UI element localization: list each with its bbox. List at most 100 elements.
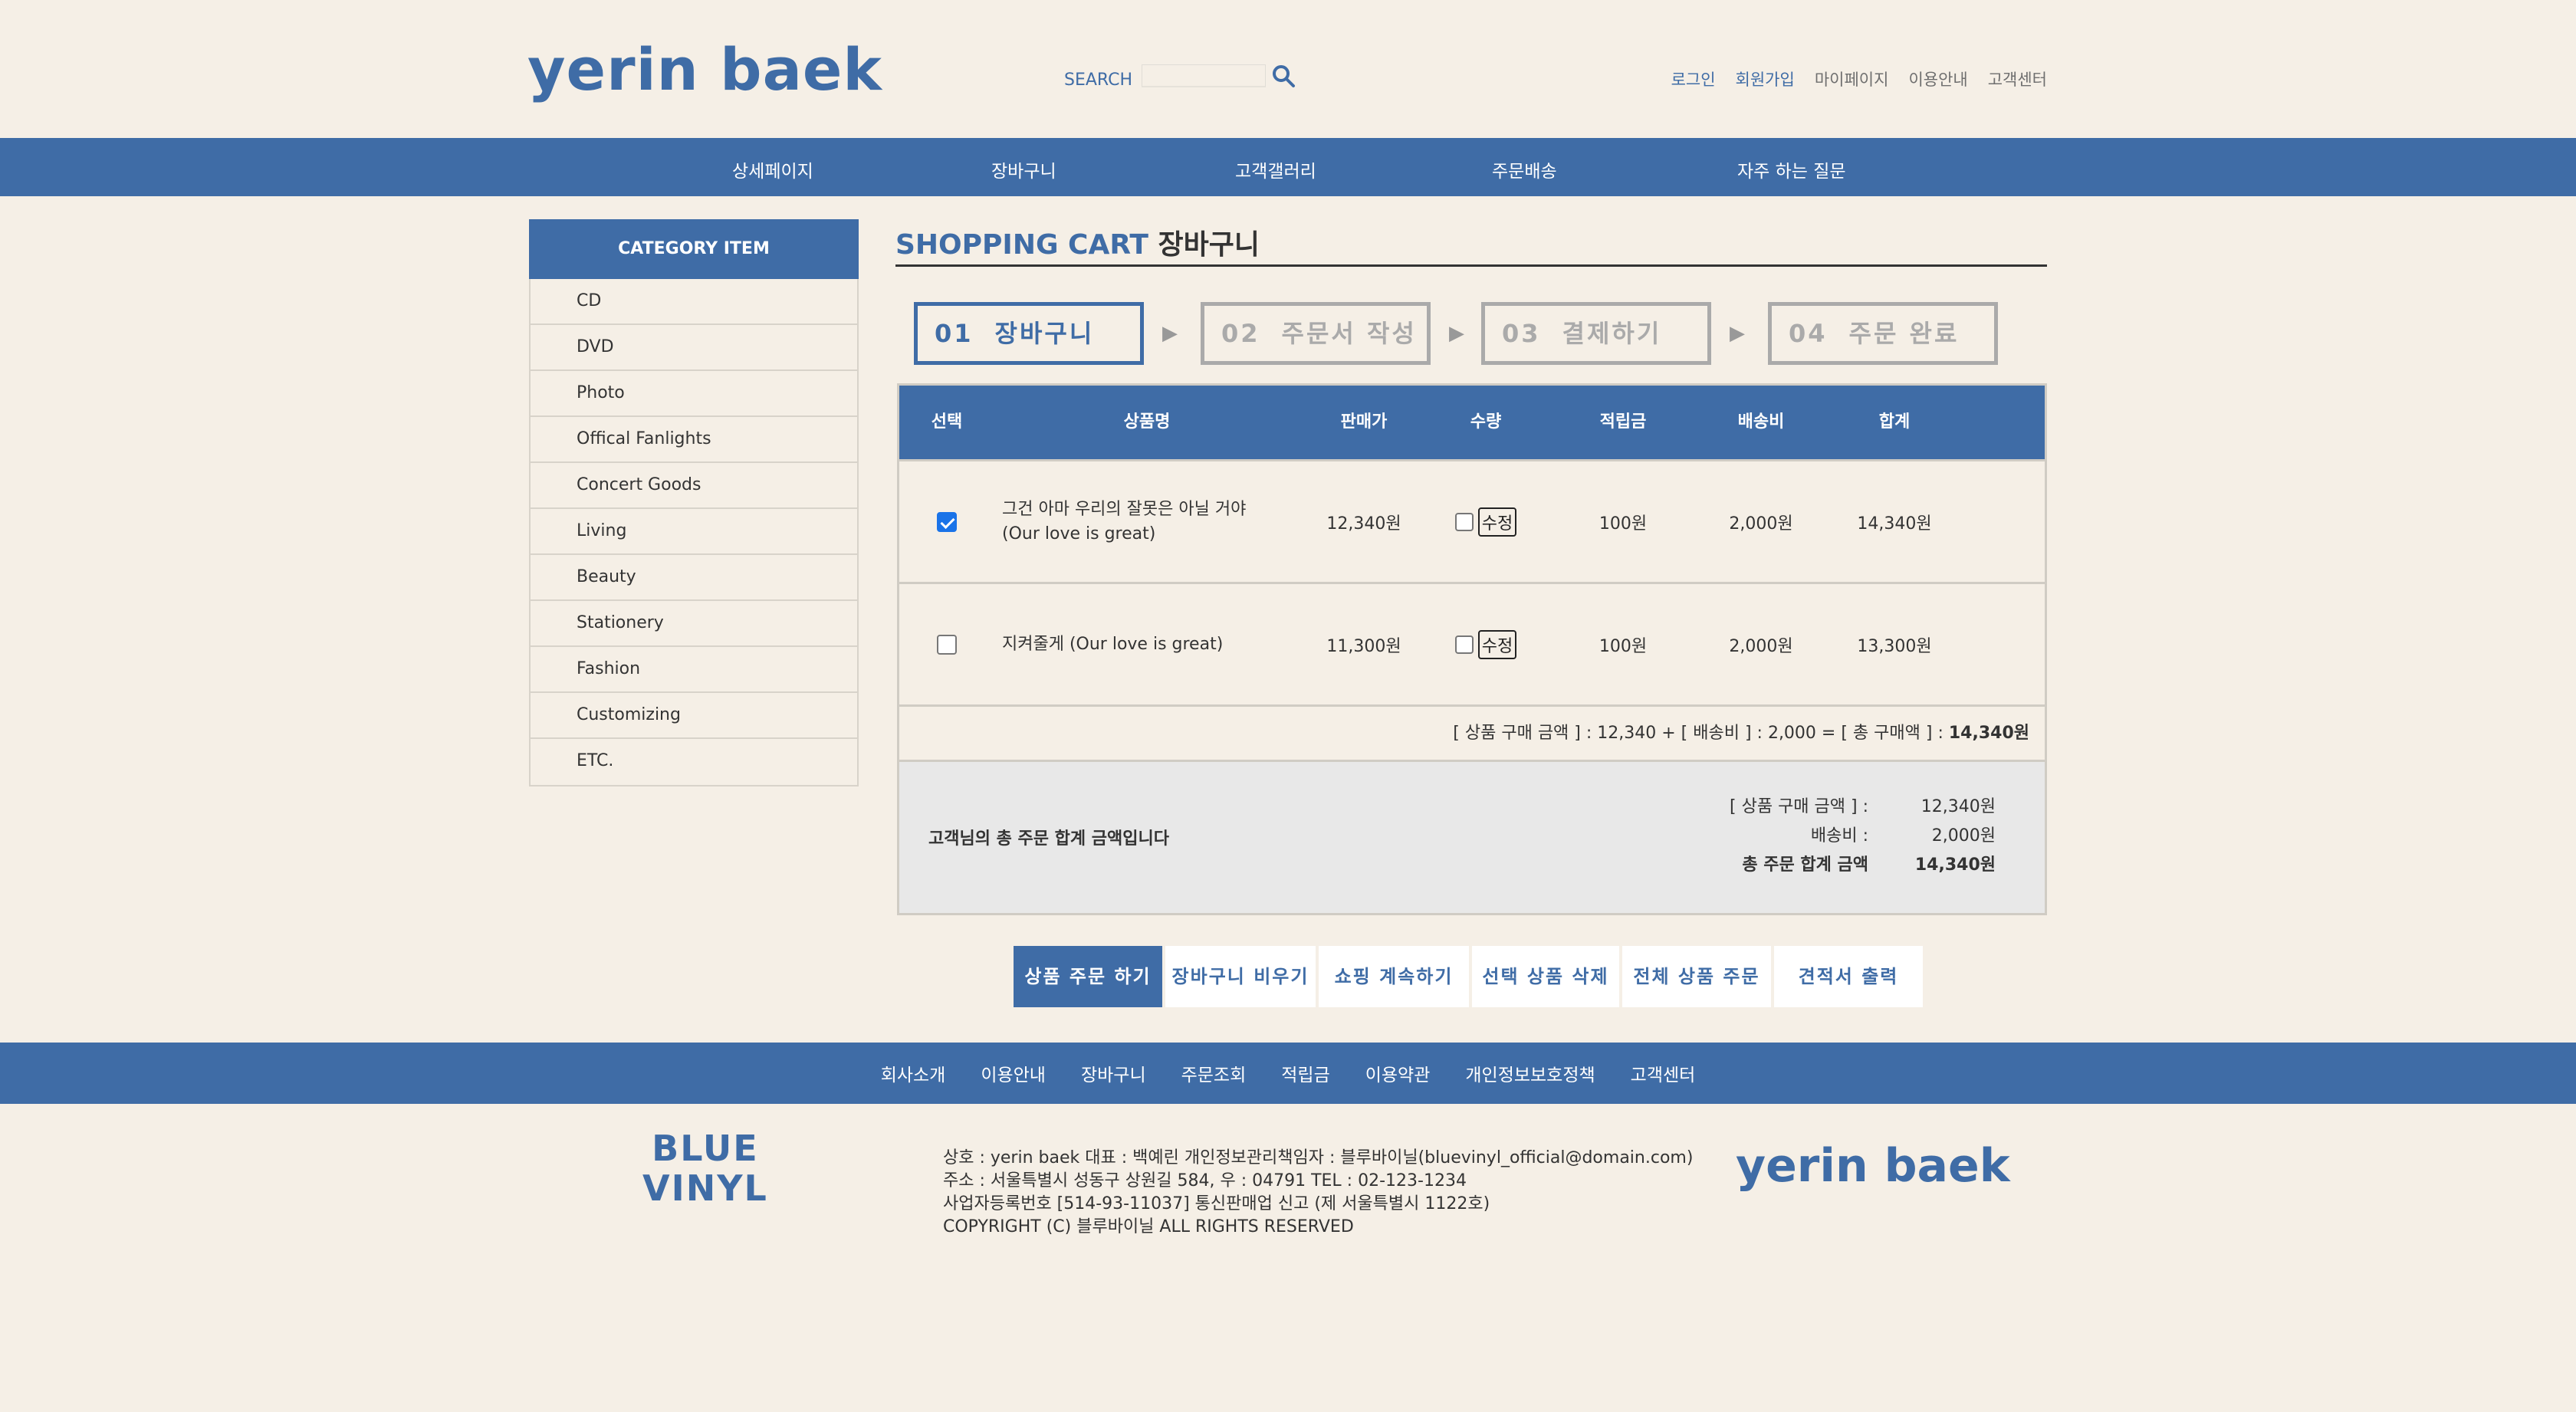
category-item-dvd[interactable]: DVD — [531, 325, 857, 371]
qty-checkbox[interactable] — [1454, 512, 1474, 531]
category-item-fashion[interactable]: Fashion — [531, 647, 857, 693]
top-links: 로그인 회원가입 마이페이지 이용안내 고객센터 — [1671, 67, 2047, 90]
step-cart: 01 장바구니 — [914, 302, 1144, 365]
product-shipping: 2,000원 — [1729, 514, 1793, 534]
order-all-button[interactable]: 전체 상품 주문 — [1622, 946, 1771, 1007]
site-logo[interactable]: yerin baek — [527, 35, 882, 103]
category-item-fanlights[interactable]: Offical Fanlights — [531, 417, 857, 463]
cart-table: 선택 상품명 판매가 수량 적립금 배송비 합계 그건 아마 우리의 잘못은 아… — [897, 383, 2047, 915]
col-product: 상품명 — [1123, 412, 1171, 432]
page-title-ko: 장바구니 — [1158, 229, 1260, 261]
category-title: CATEGORY ITEM — [529, 219, 859, 279]
category-item-living[interactable]: Living — [531, 509, 857, 555]
category-sidebar: CATEGORY ITEM CD DVD Photo Offical Fanli… — [529, 219, 859, 786]
blue-vinyl-logo: BLUE VINYL — [642, 1128, 768, 1209]
product-points: 100원 — [1598, 514, 1648, 534]
cart-actions: 상품 주문 하기 장바구니 비우기 쇼핑 계속하기 선택 상품 삭제 전체 상품… — [1014, 946, 1923, 1007]
page-title: SHOPPING CART 장바구니 — [895, 219, 2047, 267]
footer-link-support[interactable]: 고객센터 — [1631, 1060, 1696, 1086]
purchase-summary-text: [ 상품 구매 금액 ] : 12,340 + [ 배송비 ] : 2,000 … — [1453, 724, 1949, 743]
empty-cart-button[interactable]: 장바구니 비우기 — [1165, 946, 1316, 1007]
purchase-summary: [ 상품 구매 금액 ] : 12,340 + [ 배송비 ] : 2,000 … — [899, 704, 2045, 760]
mypage-link[interactable]: 마이페이지 — [1815, 67, 1889, 90]
order-steps: 01 장바구니 ▶ 02 주문서 작성 ▶ 03 결제하기 ▶ 04 주문 완료 — [914, 302, 2033, 368]
product-name[interactable]: 그건 아마 우리의 잘못은 아닐 거야 (Our love is great) — [994, 497, 1300, 547]
col-total: 합계 — [1878, 412, 1911, 432]
qty-control: 수정 — [1454, 629, 1517, 659]
footer-nav: 회사소개 이용안내 장바구니 주문조회 적립금 이용약관 개인정보보호정책 고객… — [0, 1043, 2576, 1104]
order-total-box: 고객님의 총 주문 합계 금액입니다 [ 상품 구매 금액 ] : 12,340… — [899, 760, 2045, 913]
footer-link-points[interactable]: 적립금 — [1281, 1060, 1329, 1086]
search-bar: SEARCH — [1064, 61, 1296, 90]
category-item-cd[interactable]: CD — [531, 279, 857, 325]
edit-qty-button[interactable]: 수정 — [1477, 507, 1517, 537]
row-checkbox[interactable] — [937, 511, 957, 532]
category-item-customizing[interactable]: Customizing — [531, 693, 857, 739]
product-total: 14,340원 — [1857, 514, 1932, 534]
delete-selected-button[interactable]: 선택 상품 삭제 — [1472, 946, 1619, 1007]
step-complete: 04 주문 완료 — [1768, 302, 1998, 365]
page-title-en: SHOPPING CART — [895, 229, 1148, 261]
company-info-line: 사업자등록번호 [514-93-11037] 통신판매업 신고 (제 서울특별시… — [943, 1194, 1490, 1213]
signup-link[interactable]: 회원가입 — [1736, 67, 1795, 90]
nav-item-delivery[interactable]: 주문배송 — [1492, 156, 1557, 182]
category-list: CD DVD Photo Offical Fanlights Concert G… — [529, 279, 859, 786]
footer-link-cart[interactable]: 장바구니 — [1081, 1060, 1146, 1086]
customer-center-link[interactable]: 고객센터 — [1988, 67, 2047, 90]
product-name[interactable]: 지켜줄게 (Our love is great) — [994, 632, 1300, 657]
footer-link-order-lookup[interactable]: 주문조회 — [1181, 1060, 1247, 1086]
table-row: 그건 아마 우리의 잘못은 아닐 거야 (Our love is great) … — [899, 459, 2045, 582]
product-price: 11,300원 — [1326, 636, 1401, 656]
company-info-line: 주소 : 서울특별시 성동구 상원길 584, 우 : 04791 TEL : … — [943, 1171, 1467, 1190]
company-info-line: 상호 : yerin baek 대표 : 백예린 개인정보관리책임자 : 블루바… — [943, 1148, 1694, 1167]
table-row: 지켜줄게 (Our love is great) 11,300원 수정 100원… — [899, 582, 2045, 704]
qty-checkbox[interactable] — [1454, 635, 1474, 654]
footer-link-guide[interactable]: 이용안내 — [981, 1060, 1046, 1086]
category-item-etc[interactable]: ETC. — [531, 739, 857, 785]
cart-main: SHOPPING CART 장바구니 01 장바구니 ▶ 02 주문서 작성 ▶ 0… — [895, 219, 2047, 1007]
step-arrow-icon: ▶ — [1730, 322, 1745, 345]
product-shipping: 2,000원 — [1729, 636, 1793, 656]
category-item-stationery[interactable]: Stationery — [531, 601, 857, 647]
purchase-summary-total: 14,340원 — [1948, 724, 2029, 743]
total-line-shipping: 배송비 : 2,000원 — [1810, 826, 1996, 846]
col-qty: 수량 — [1470, 412, 1502, 432]
guide-link[interactable]: 이용안내 — [1908, 67, 1967, 90]
company-info: 상호 : yerin baek 대표 : 백예린 개인정보관리책임자 : 블루바… — [943, 1147, 1693, 1239]
col-select: 선택 — [931, 412, 963, 432]
cart-table-header: 선택 상품명 판매가 수량 적립금 배송비 합계 — [899, 386, 2045, 459]
nav-item-gallery[interactable]: 고객갤러리 — [1235, 156, 1316, 182]
qty-control: 수정 — [1454, 507, 1517, 537]
product-price: 12,340원 — [1326, 514, 1401, 534]
footer-link-terms[interactable]: 이용약관 — [1365, 1060, 1431, 1086]
step-arrow-icon: ▶ — [1449, 322, 1464, 345]
footer-link-company[interactable]: 회사소개 — [881, 1060, 946, 1086]
step-payment: 03 결제하기 — [1481, 302, 1711, 365]
edit-qty-button[interactable]: 수정 — [1477, 629, 1517, 659]
nav-item-detail[interactable]: 상세페이지 — [732, 156, 813, 182]
footer-logo: yerin baek — [1736, 1139, 2010, 1193]
print-quote-button[interactable]: 견적서 출력 — [1774, 946, 1923, 1007]
col-points: 적립금 — [1599, 412, 1647, 432]
step-arrow-icon: ▶ — [1162, 322, 1178, 345]
search-icon[interactable] — [1270, 63, 1296, 89]
product-points: 100원 — [1598, 636, 1648, 656]
col-shipping: 배송비 — [1737, 412, 1785, 432]
product-total: 13,300원 — [1857, 636, 1932, 656]
category-item-photo[interactable]: Photo — [531, 371, 857, 417]
row-checkbox[interactable] — [937, 634, 957, 655]
footer-link-privacy[interactable]: 개인정보보호정책 — [1465, 1060, 1595, 1086]
category-item-concert-goods[interactable]: Concert Goods — [531, 463, 857, 509]
login-link[interactable]: 로그인 — [1671, 67, 1716, 90]
total-line-grand-total: 총 주문 합계 금액 14,340원 — [1742, 855, 1996, 875]
nav-item-cart[interactable]: 장바구니 — [991, 156, 1056, 182]
header: yerin baek SEARCH 로그인 회원가입 마이페이지 이용안내 고객… — [0, 0, 2576, 138]
order-button[interactable]: 상품 주문 하기 — [1014, 946, 1162, 1007]
nav-item-faq[interactable]: 자주 하는 질문 — [1737, 156, 1846, 182]
col-price: 판매가 — [1340, 412, 1388, 432]
category-item-beauty[interactable]: Beauty — [531, 555, 857, 601]
main-nav: 상세페이지 장바구니 고객갤러리 주문배송 자주 하는 질문 — [0, 138, 2576, 196]
continue-shopping-button[interactable]: 쇼핑 계속하기 — [1319, 946, 1469, 1007]
search-label: SEARCH — [1064, 71, 1133, 90]
search-input[interactable] — [1142, 64, 1267, 87]
